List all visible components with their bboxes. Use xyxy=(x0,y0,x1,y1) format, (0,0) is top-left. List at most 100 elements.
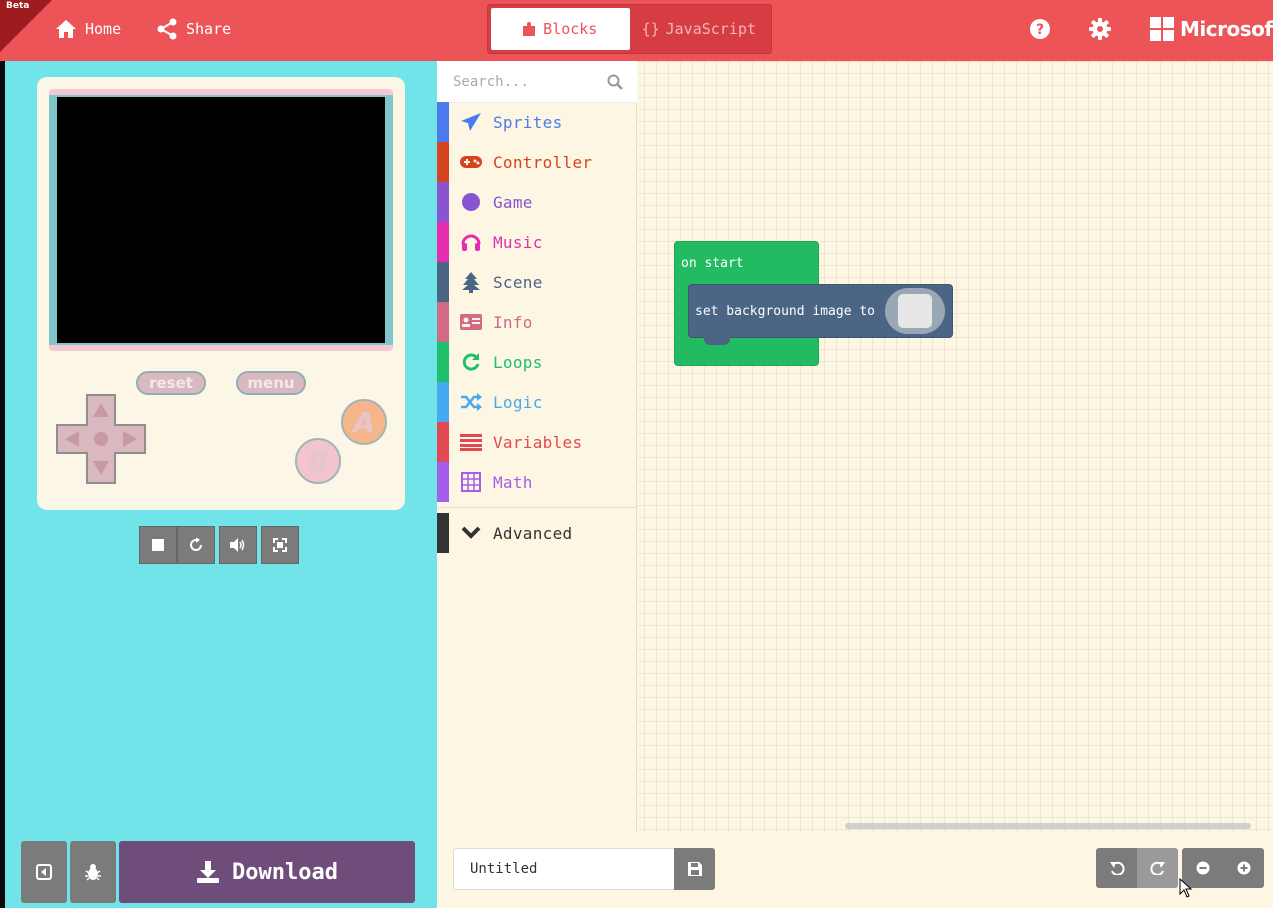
toolbox-search[interactable]: Search... xyxy=(437,61,637,103)
stop-icon xyxy=(152,539,164,551)
project-name-value: Untitled xyxy=(470,861,538,877)
image-picker[interactable] xyxy=(885,288,945,334)
category-loops[interactable]: Loops xyxy=(437,342,637,382)
category-color-bar xyxy=(437,462,449,502)
gamepad-icon xyxy=(449,154,493,170)
save-icon xyxy=(687,862,702,876)
category-game[interactable]: Game xyxy=(437,182,637,222)
undo-button[interactable] xyxy=(1096,848,1137,888)
category-advanced[interactable]: Advanced xyxy=(437,513,637,553)
blocks-tab[interactable]: Blocks xyxy=(491,8,630,50)
search-input[interactable]: Search... xyxy=(453,74,607,90)
category-color-bar xyxy=(437,102,449,142)
category-music[interactable]: Music xyxy=(437,222,637,262)
id-card-icon xyxy=(449,313,493,331)
stop-button[interactable] xyxy=(139,526,177,564)
undo-icon xyxy=(1109,861,1125,875)
toolbox-separator xyxy=(437,507,637,508)
game-screen[interactable] xyxy=(57,97,385,343)
gear-icon xyxy=(1089,18,1111,40)
blocks-label: Blocks xyxy=(543,20,598,38)
microsoft-label: Microsoft xyxy=(1180,17,1273,41)
category-label: Variables xyxy=(493,432,583,452)
circle-icon xyxy=(449,192,493,212)
restart-button[interactable] xyxy=(177,526,215,564)
home-button[interactable]: Home xyxy=(55,17,121,41)
fullscreen-button[interactable] xyxy=(261,526,299,564)
category-color-bar xyxy=(437,382,449,422)
category-logic[interactable]: Logic xyxy=(437,382,637,422)
menu-button[interactable]: menu xyxy=(236,371,306,395)
volume-icon xyxy=(230,538,245,552)
category-color-bar xyxy=(437,422,449,462)
on-start-label: on start xyxy=(681,256,744,271)
category-math[interactable]: Math xyxy=(437,462,637,502)
b-label: B xyxy=(307,444,329,478)
share-button[interactable]: Share xyxy=(156,17,231,41)
mute-button[interactable] xyxy=(219,526,257,564)
beta-label: Beta xyxy=(6,1,30,11)
category-color-bar xyxy=(437,182,449,222)
headphones-icon xyxy=(449,232,493,252)
advanced-label: Advanced xyxy=(493,523,573,543)
zoom-in-icon xyxy=(1237,861,1250,875)
settings-button[interactable] xyxy=(1089,18,1111,40)
category-scene[interactable]: Scene xyxy=(437,262,637,302)
collapse-left-icon xyxy=(36,864,52,880)
download-icon xyxy=(197,861,220,883)
header: Beta Home Share Blocks {} JavaScript ? M… xyxy=(0,0,1273,61)
save-button[interactable] xyxy=(674,848,715,890)
category-label: Game xyxy=(493,192,533,212)
dpad[interactable] xyxy=(55,393,147,485)
category-label: Math xyxy=(493,472,533,492)
category-color-bar xyxy=(437,513,449,553)
mouse-cursor-icon xyxy=(1179,878,1193,898)
category-controller[interactable]: Controller xyxy=(437,142,637,182)
zoom-in-button[interactable] xyxy=(1223,848,1264,888)
home-label: Home xyxy=(85,20,122,38)
redo-icon xyxy=(1149,861,1165,875)
zoom-out-icon xyxy=(1196,861,1209,875)
panel-edge xyxy=(0,61,5,908)
download-button[interactable]: Download xyxy=(119,841,415,903)
shuffle-icon xyxy=(449,393,493,411)
category-label: Scene xyxy=(493,272,543,292)
javascript-tab[interactable]: {} JavaScript xyxy=(630,8,769,50)
category-color-bar xyxy=(437,302,449,342)
category-info[interactable]: Info xyxy=(437,302,637,342)
refresh-icon xyxy=(190,538,202,551)
collapse-simulator-button[interactable] xyxy=(21,841,67,903)
refresh-icon xyxy=(449,352,493,372)
set-background-label: set background image to xyxy=(695,303,876,319)
download-label: Download xyxy=(232,859,338,885)
category-label: Controller xyxy=(493,152,593,172)
reset-label: reset xyxy=(149,374,193,392)
chevron-down-icon xyxy=(449,526,493,540)
project-name-input[interactable]: Untitled xyxy=(453,848,675,890)
search-icon xyxy=(607,74,623,90)
help-button[interactable]: ? xyxy=(1029,18,1051,40)
microsoft-logo-icon xyxy=(1150,17,1174,41)
category-color-bar xyxy=(437,142,449,182)
category-sprites[interactable]: Sprites xyxy=(437,102,637,142)
debug-button[interactable] xyxy=(70,841,116,903)
category-color-bar xyxy=(437,262,449,302)
b-button[interactable]: B xyxy=(295,438,341,484)
menu-label: menu xyxy=(247,374,295,392)
a-button[interactable]: A xyxy=(341,399,387,445)
list-icon xyxy=(449,433,493,451)
category-color-bar xyxy=(437,342,449,382)
microsoft-logo[interactable]: Microsoft xyxy=(1150,17,1273,41)
blocks-workspace[interactable] xyxy=(638,61,1273,832)
redo-button[interactable] xyxy=(1137,848,1178,888)
share-label: Share xyxy=(186,20,232,38)
paper-plane-icon xyxy=(449,112,493,132)
editor-toggle: Blocks {} JavaScript xyxy=(487,4,772,54)
reset-button[interactable]: reset xyxy=(136,371,206,395)
fullscreen-icon xyxy=(273,538,287,552)
help-icon: ? xyxy=(1030,19,1050,39)
workspace-scrollbar[interactable] xyxy=(845,823,1251,829)
category-variables[interactable]: Variables xyxy=(437,422,637,462)
braces-icon: {} xyxy=(641,20,660,38)
category-label: Loops xyxy=(493,352,543,372)
